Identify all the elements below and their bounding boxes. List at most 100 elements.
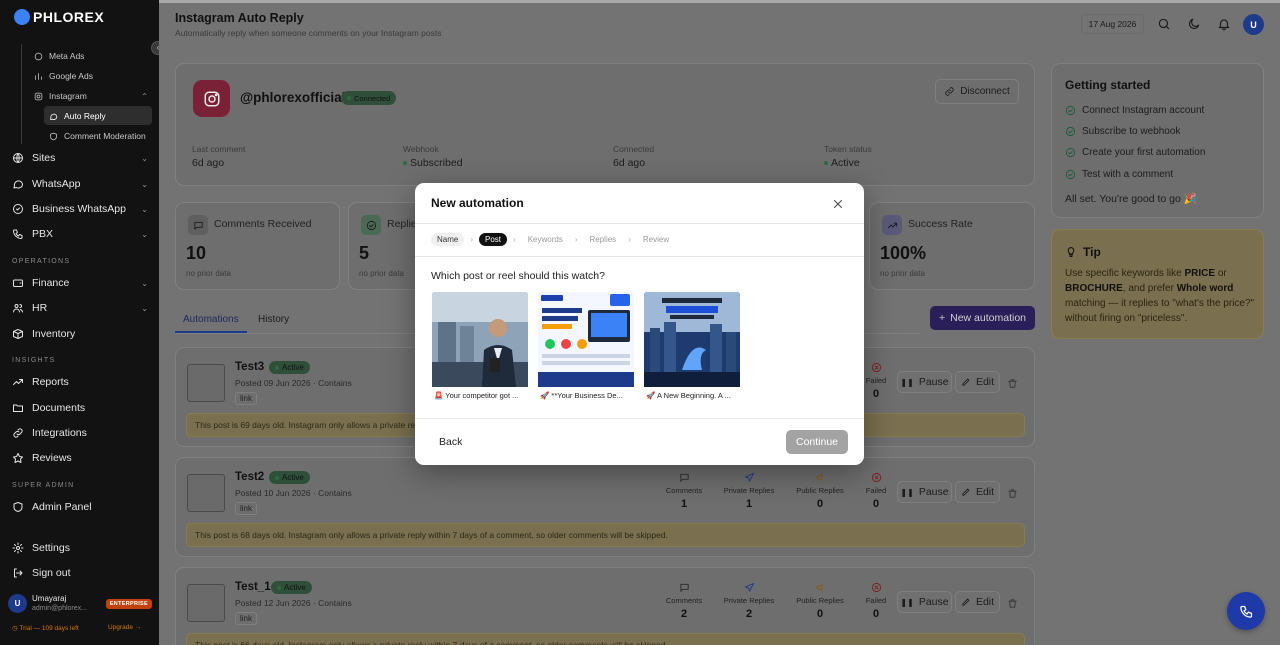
active-tab-indicator	[175, 331, 247, 333]
user-profile[interactable]: U Umayaraj admin@phlorex... ENTERPRISE	[8, 591, 152, 616]
chevron-down-icon: ⌄	[141, 204, 148, 214]
delete-button[interactable]	[1007, 376, 1018, 394]
check-icon	[361, 215, 381, 235]
post-option[interactable]: 🚀 A New Beginning. A ...	[644, 292, 740, 402]
logo[interactable]: PHLOREX	[14, 9, 104, 25]
pause-button[interactable]: ❚❚ Pause	[897, 481, 952, 503]
sidebar-item-admin-panel[interactable]: Admin Panel	[12, 497, 148, 517]
trash-icon	[1008, 489, 1017, 498]
pencil-icon	[962, 378, 970, 386]
pause-button[interactable]: ❚❚ Pause	[897, 371, 952, 393]
posted-info: Posted 10 Jun 2026 · Contains	[235, 488, 352, 498]
megaphone-icon	[815, 584, 822, 591]
pause-icon: ❚❚	[900, 597, 914, 607]
posted-info: Posted 12 Jun 2026 · Contains	[235, 598, 352, 608]
post-option[interactable]: 🚀 **Your Business De...	[538, 292, 634, 402]
sidebar-item-integrations[interactable]: Integrations	[12, 423, 148, 443]
sidebar-item-whatsapp[interactable]: WhatsApp ⌄	[12, 174, 148, 194]
back-button[interactable]: Back	[439, 436, 462, 448]
shield-icon	[50, 132, 57, 140]
step-name[interactable]: Name	[431, 233, 465, 246]
step-keywords: Keywords	[527, 235, 563, 244]
checklist-item: Subscribe to webhook	[1065, 126, 1180, 137]
briefcase-icon	[13, 204, 23, 214]
sidebar-item-documents[interactable]: Documents	[12, 398, 148, 418]
edit-button[interactable]: Edit	[955, 591, 1000, 613]
search-icon[interactable]	[1157, 17, 1171, 31]
user-email: admin@phlorex...	[32, 604, 87, 612]
section-heading-super-admin: SUPER ADMIN	[12, 482, 75, 489]
post-thumbnail	[187, 364, 225, 402]
sidebar-item-hr[interactable]: HR ⌄	[12, 298, 148, 318]
sidebar-item-google-ads[interactable]: Google Ads	[34, 67, 93, 85]
sidebar-item-meta-ads[interactable]: Meta Ads	[34, 47, 84, 65]
edit-button[interactable]: Edit	[955, 481, 1000, 503]
sidebar-item-reports[interactable]: Reports	[12, 372, 148, 392]
sidebar-item-inventory[interactable]: Inventory	[12, 324, 148, 344]
top-border	[159, 0, 1280, 3]
trial-status: ◷ Trial — 109 days left	[12, 625, 79, 632]
account-card: @phlorexofficial Connected Disconnect La…	[175, 63, 1035, 186]
sidebar-item-auto-reply[interactable]: Auto Reply	[49, 107, 106, 125]
disconnect-button[interactable]: Disconnect	[935, 79, 1019, 104]
upgrade-link[interactable]: Upgrade →	[108, 624, 141, 631]
tree-line	[21, 44, 22, 144]
tip-text: Use specific keywords like PRICE or BROC…	[1065, 268, 1255, 324]
call-button[interactable]	[1227, 592, 1265, 630]
chevron-down-icon: ⌄	[141, 179, 148, 189]
send-icon	[744, 472, 754, 482]
tab-automations[interactable]: Automations	[183, 314, 239, 325]
sidebar-item-business-whatsapp[interactable]: Business WhatsApp ⌄	[12, 199, 148, 219]
globe-icon	[13, 153, 23, 163]
keyword-chip: link	[235, 612, 258, 625]
sidebar-item-sign-out[interactable]: Sign out	[12, 563, 148, 583]
chevron-down-icon: ⌄	[141, 303, 148, 313]
continue-button[interactable]: Continue	[786, 430, 848, 454]
metric-private-replies: Private Replies 1	[709, 472, 789, 510]
gear-icon	[12, 542, 24, 554]
meta-last-comment: Last comment 6d ago	[192, 144, 246, 169]
chat-icon	[50, 113, 58, 120]
sidebar: PHLOREX ‹ Meta Ads Google Ads Instagram …	[0, 0, 165, 645]
close-button[interactable]	[832, 197, 844, 215]
delete-button[interactable]	[1007, 596, 1018, 614]
account-handle: @phlorexofficial	[240, 90, 346, 105]
step-post[interactable]: Post	[479, 233, 508, 246]
new-automation-button[interactable]: + New automation	[930, 306, 1035, 330]
status-dot	[275, 475, 279, 480]
delete-button[interactable]	[1007, 486, 1018, 504]
chat-icon	[13, 180, 24, 189]
meta-token-status: Token status Active	[824, 144, 872, 169]
page-subtitle: Automatically reply when someone comment…	[175, 28, 442, 38]
step-review: Review	[642, 235, 670, 244]
moon-icon[interactable]	[1187, 17, 1201, 31]
chevron-right-icon: ›	[628, 235, 631, 244]
pause-icon: ❚❚	[900, 377, 914, 387]
sidebar-item-pbx[interactable]: PBX ⌄	[12, 224, 148, 244]
sidebar-item-sites[interactable]: Sites ⌄	[12, 148, 148, 168]
phone-icon	[13, 229, 23, 239]
check-circle-icon	[1065, 169, 1076, 180]
pause-button[interactable]: ❚❚ Pause	[897, 591, 952, 613]
new-automation-modal: New automation Name › Post › Keywords › …	[415, 183, 864, 465]
divider	[415, 418, 864, 419]
date-button[interactable]: 17 Aug 2026	[1081, 14, 1144, 34]
sidebar-item-finance[interactable]: Finance ⌄	[12, 273, 148, 293]
sidebar-item-instagram[interactable]: Instagram ⌃	[34, 87, 148, 105]
divider	[415, 223, 864, 224]
phone-icon	[1239, 605, 1252, 618]
bell-icon[interactable]	[1217, 17, 1231, 31]
post-question: Which post or reel should this watch?	[431, 270, 605, 282]
getting-started-title: Getting started	[1065, 78, 1151, 92]
sidebar-item-comment-moderation[interactable]: Comment Moderation	[49, 127, 146, 145]
tip-title: Tip	[1083, 245, 1101, 259]
avatar[interactable]: U	[1243, 14, 1264, 35]
post-option[interactable]: 🚨 Your competitor got ...	[432, 292, 528, 402]
tab-history[interactable]: History	[258, 314, 289, 325]
star-icon	[13, 453, 23, 463]
sidebar-item-reviews[interactable]: Reviews	[12, 448, 148, 468]
edit-button[interactable]: Edit	[955, 371, 1000, 393]
automation-name: Test_1	[235, 581, 271, 593]
status-dot	[277, 585, 281, 590]
sidebar-item-settings[interactable]: Settings	[12, 538, 148, 558]
